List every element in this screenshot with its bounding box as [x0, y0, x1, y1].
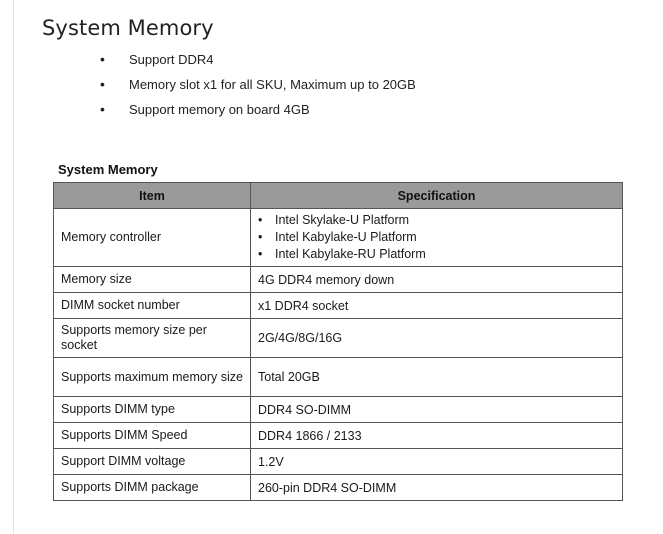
row-spec-cell: 4G DDR4 memory down: [250, 266, 623, 293]
row-item-cell: Supports DIMM type: [53, 396, 251, 423]
row-item-cell: Supports memory size per socket: [53, 318, 251, 358]
row-spec-cell: Intel Skylake-U Platform Intel Kabylake-…: [250, 208, 623, 267]
row-item-cell: Supports DIMM package: [53, 474, 251, 501]
bullet-text: Memory slot x1 for all SKU, Maximum up t…: [129, 77, 416, 92]
table-row: Supports DIMM Speed DDR4 1866 / 2133: [53, 422, 623, 449]
column-header-item: Item: [53, 182, 251, 209]
row-spec-cell: 1.2V: [250, 448, 623, 475]
table-title: System Memory: [58, 162, 158, 177]
row-item-cell: DIMM socket number: [53, 292, 251, 319]
row-spec-cell: DDR4 SO-DIMM: [250, 396, 623, 423]
bullet-item: • Support DDR4: [100, 51, 416, 76]
bullet-text: Support DDR4: [129, 52, 214, 67]
bullet-text: Support memory on board 4GB: [129, 102, 310, 117]
spec-bullet: Intel Kabylake-U Platform: [258, 229, 615, 246]
spec-bullet-list: Intel Skylake-U Platform Intel Kabylake-…: [258, 212, 615, 263]
bullet-icon: •: [100, 51, 105, 67]
table-row: Supports maximum memory size Total 20GB: [53, 357, 623, 397]
table-row: Supports DIMM package 260-pin DDR4 SO-DI…: [53, 474, 623, 501]
row-item-cell: Memory controller: [53, 208, 251, 267]
bullet-item: • Support memory on board 4GB: [100, 101, 416, 126]
column-header-spec: Specification: [250, 182, 623, 209]
feature-bullet-list: • Support DDR4 • Memory slot x1 for all SK…: [100, 51, 416, 126]
bullet-icon: •: [100, 101, 105, 117]
memory-spec-table: Item Specification Memory controller Int…: [53, 182, 623, 501]
table-row: Memory size 4G DDR4 memory down: [53, 266, 623, 293]
table-row: Memory controller Intel Skylake-U Platfo…: [53, 208, 623, 267]
table-row: Supports memory size per socket 2G/4G/8G…: [53, 318, 623, 358]
row-spec-cell: Total 20GB: [250, 357, 623, 397]
table-row: DIMM socket number x1 DDR4 socket: [53, 292, 623, 319]
row-item-cell: Memory size: [53, 266, 251, 293]
spec-bullet: Intel Kabylake-RU Platform: [258, 246, 615, 263]
row-item-cell: Supports maximum memory size: [53, 357, 251, 397]
table-row: Support DIMM voltage 1.2V: [53, 448, 623, 475]
page-left-border: [13, 0, 14, 534]
row-spec-cell: 260-pin DDR4 SO-DIMM: [250, 474, 623, 501]
spec-bullet: Intel Skylake-U Platform: [258, 212, 615, 229]
section-heading: System Memory: [42, 16, 214, 40]
row-spec-cell: x1 DDR4 socket: [250, 292, 623, 319]
row-spec-cell: DDR4 1866 / 2133: [250, 422, 623, 449]
bullet-item: • Memory slot x1 for all SKU, Maximum up …: [100, 76, 416, 101]
table-row: Supports DIMM type DDR4 SO-DIMM: [53, 396, 623, 423]
row-item-cell: Supports DIMM Speed: [53, 422, 251, 449]
table-header-row: Item Specification: [53, 182, 623, 209]
row-item-cell: Support DIMM voltage: [53, 448, 251, 475]
bullet-icon: •: [100, 76, 105, 92]
row-spec-cell: 2G/4G/8G/16G: [250, 318, 623, 358]
